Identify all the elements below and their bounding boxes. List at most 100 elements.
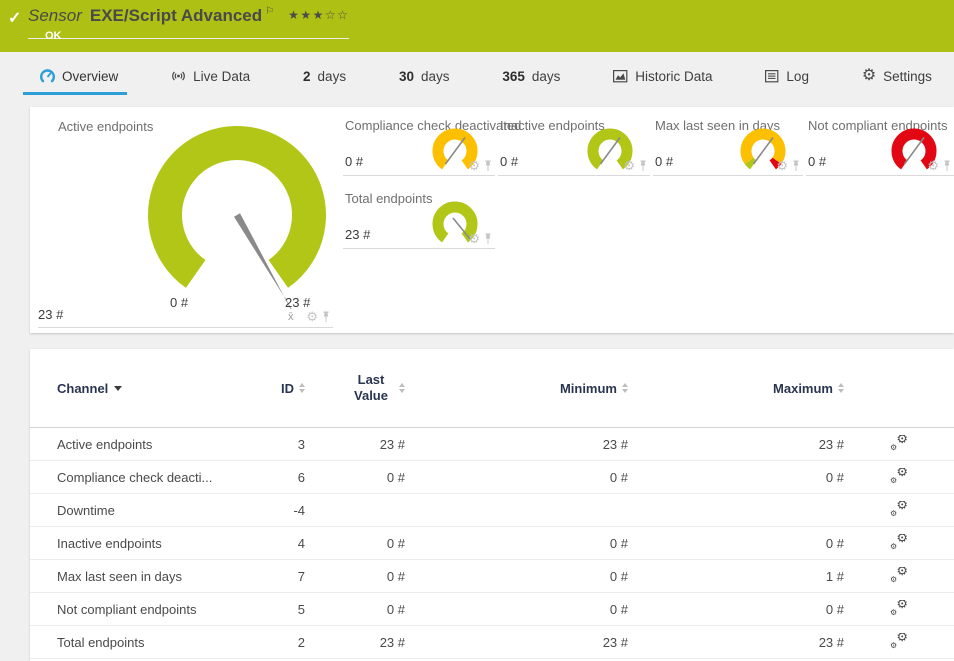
minimum-value: 23 # bbox=[405, 635, 628, 650]
channel-name: Compliance check deacti... bbox=[30, 470, 250, 485]
last-value: 23 # bbox=[305, 635, 405, 650]
tab-bar: Overview Live Data 2days 30days 365days … bbox=[0, 52, 954, 100]
column-header-id[interactable]: ID bbox=[250, 381, 305, 396]
gauge-card-actions: ⚙ bbox=[306, 310, 331, 323]
object-kind-label: Sensor bbox=[28, 6, 82, 26]
channel-settings-icon[interactable]: ⚙⚙ bbox=[890, 468, 908, 484]
channel-id: 3 bbox=[250, 437, 305, 452]
column-header-maximum[interactable]: Maximum bbox=[628, 381, 844, 396]
channel-name: Inactive endpoints bbox=[30, 536, 250, 551]
pin-icon[interactable] bbox=[483, 233, 493, 245]
gauges-panel: Active endpoints x̄ 0 # 23 # 23 # ⚙ Comp… bbox=[30, 107, 954, 333]
gauge-settings-gear-icon[interactable]: ⚙ bbox=[623, 159, 635, 172]
tab-30-days[interactable]: 30 days bbox=[399, 52, 450, 100]
tab-overview[interactable]: Overview bbox=[40, 52, 118, 100]
header-label: Maximum bbox=[773, 381, 833, 396]
table-row-active-endpoints[interactable]: Active endpoints 3 23 # 23 # 23 # ⚙⚙ bbox=[30, 428, 954, 461]
maximum-value: 23 # bbox=[628, 635, 844, 650]
gauge-max-label: 23 # bbox=[285, 295, 310, 310]
channel-name: Total endpoints bbox=[30, 635, 250, 650]
channel-name: Active endpoints bbox=[30, 437, 250, 452]
gauge-settings-gear-icon[interactable]: ⚙ bbox=[468, 159, 480, 172]
stars-filled: ★★★ bbox=[288, 8, 325, 22]
sort-icon bbox=[838, 383, 844, 393]
table-row-total-endpoints[interactable]: Total endpoints 2 23 # 23 # 23 # ⚙⚙ bbox=[30, 626, 954, 659]
maximum-value: 0 # bbox=[628, 536, 844, 551]
header-label: ID bbox=[281, 381, 294, 396]
channels-table-panel: Channel ID Last Value Minimum Maximum Ac… bbox=[30, 349, 954, 661]
area-chart-icon bbox=[613, 70, 628, 83]
table-row-not-compliant[interactable]: Not compliant endpoints 5 0 # 0 # 0 # ⚙⚙ bbox=[30, 593, 954, 626]
gauge-settings-gear-icon[interactable]: ⚙ bbox=[927, 159, 939, 172]
maximum-value: 1 # bbox=[628, 569, 844, 584]
tab-2-days[interactable]: 2days bbox=[303, 52, 346, 100]
column-header-channel[interactable]: Channel bbox=[30, 381, 250, 396]
column-header-last-value[interactable]: Last Value bbox=[305, 372, 405, 405]
last-value: 0 # bbox=[305, 569, 405, 584]
last-value: 0 # bbox=[305, 536, 405, 551]
header-label: Minimum bbox=[560, 381, 617, 396]
channel-name: Max last seen in days bbox=[30, 569, 250, 584]
channel-settings-icon[interactable]: ⚙⚙ bbox=[890, 633, 908, 649]
pin-icon[interactable] bbox=[321, 311, 331, 323]
tab-label: Log bbox=[786, 69, 809, 84]
tab-historic-data[interactable]: Historic Data bbox=[613, 52, 712, 100]
pin-icon[interactable] bbox=[942, 160, 952, 172]
table-row-compliance-check[interactable]: Compliance check deacti... 6 0 # 0 # 0 #… bbox=[30, 461, 954, 494]
ok-check-icon: ✓ bbox=[8, 8, 21, 28]
channel-settings-icon[interactable]: ⚙⚙ bbox=[890, 435, 908, 451]
maximum-value: 23 # bbox=[628, 437, 844, 452]
tab-label: Overview bbox=[62, 69, 118, 84]
channel-id: 5 bbox=[250, 602, 305, 617]
tab-unit: days bbox=[421, 69, 450, 84]
tab-label: Historic Data bbox=[635, 69, 712, 84]
gauge-icon bbox=[40, 69, 55, 84]
header-label: Last Value bbox=[348, 372, 394, 405]
gauge-card-inactive-endpoints: Inactive endpoints 0 # ⚙ bbox=[498, 107, 650, 176]
priority-stars[interactable]: ★★★☆☆ bbox=[288, 8, 349, 22]
channel-settings-icon[interactable]: ⚙⚙ bbox=[890, 600, 908, 616]
stars-empty: ☆☆ bbox=[325, 8, 350, 22]
gauge-value: 23 # bbox=[38, 307, 63, 322]
gauge-settings-gear-icon[interactable]: ⚙ bbox=[776, 159, 788, 172]
tab-number: 30 bbox=[399, 69, 414, 84]
column-header-minimum[interactable]: Minimum bbox=[405, 381, 628, 396]
gauge-card-actions: ⚙ bbox=[927, 159, 952, 172]
tab-365-days[interactable]: 365days bbox=[502, 52, 560, 100]
last-value: 0 # bbox=[305, 470, 405, 485]
gauge-card-max-last-seen: Max last seen in days 0 # ⚙ bbox=[653, 107, 803, 176]
table-row-inactive-endpoints[interactable]: Inactive endpoints 4 0 # 0 # 0 # ⚙⚙ bbox=[30, 527, 954, 560]
gauge-value: 0 # bbox=[500, 154, 518, 169]
broadcast-icon bbox=[171, 69, 186, 83]
tab-settings[interactable]: ⚙ Settings bbox=[862, 52, 932, 100]
minimum-value: 0 # bbox=[405, 536, 628, 551]
sensor-title: EXE/Script Advanced bbox=[90, 6, 262, 26]
gauge-settings-gear-icon[interactable]: ⚙ bbox=[306, 310, 318, 323]
channel-id: 2 bbox=[250, 635, 305, 650]
channel-id: 7 bbox=[250, 569, 305, 584]
gauge-title: Total endpoints bbox=[345, 191, 432, 206]
flag-icon[interactable]: ⚐ bbox=[265, 6, 274, 17]
sensor-status-text: OK bbox=[45, 30, 62, 42]
last-value: 0 # bbox=[305, 602, 405, 617]
tab-label: Settings bbox=[883, 69, 932, 84]
sort-down-arrow-icon bbox=[114, 386, 122, 391]
pin-icon[interactable] bbox=[638, 160, 648, 172]
tab-log[interactable]: Log bbox=[765, 52, 809, 100]
pin-icon[interactable] bbox=[483, 160, 493, 172]
tab-live-data[interactable]: Live Data bbox=[171, 52, 250, 100]
pin-icon[interactable] bbox=[791, 160, 801, 172]
table-row-downtime[interactable]: Downtime -4 ⚙⚙ bbox=[30, 494, 954, 527]
gauge-settings-gear-icon[interactable]: ⚙ bbox=[468, 232, 480, 245]
channel-settings-icon[interactable]: ⚙⚙ bbox=[890, 534, 908, 550]
gauge-card-actions: ⚙ bbox=[468, 232, 493, 245]
channel-settings-icon[interactable]: ⚙⚙ bbox=[890, 567, 908, 583]
tab-number: 365 bbox=[502, 69, 525, 84]
table-row-max-last-seen[interactable]: Max last seen in days 7 0 # 0 # 1 # ⚙⚙ bbox=[30, 560, 954, 593]
header-label: Channel bbox=[57, 381, 108, 396]
channel-settings-icon[interactable]: ⚙⚙ bbox=[890, 501, 908, 517]
maximum-value: 0 # bbox=[628, 470, 844, 485]
gauge-card-active-endpoints: Active endpoints x̄ 0 # 23 # 23 # ⚙ bbox=[30, 107, 337, 333]
gauge-value: 0 # bbox=[345, 154, 363, 169]
minimum-value: 0 # bbox=[405, 602, 628, 617]
